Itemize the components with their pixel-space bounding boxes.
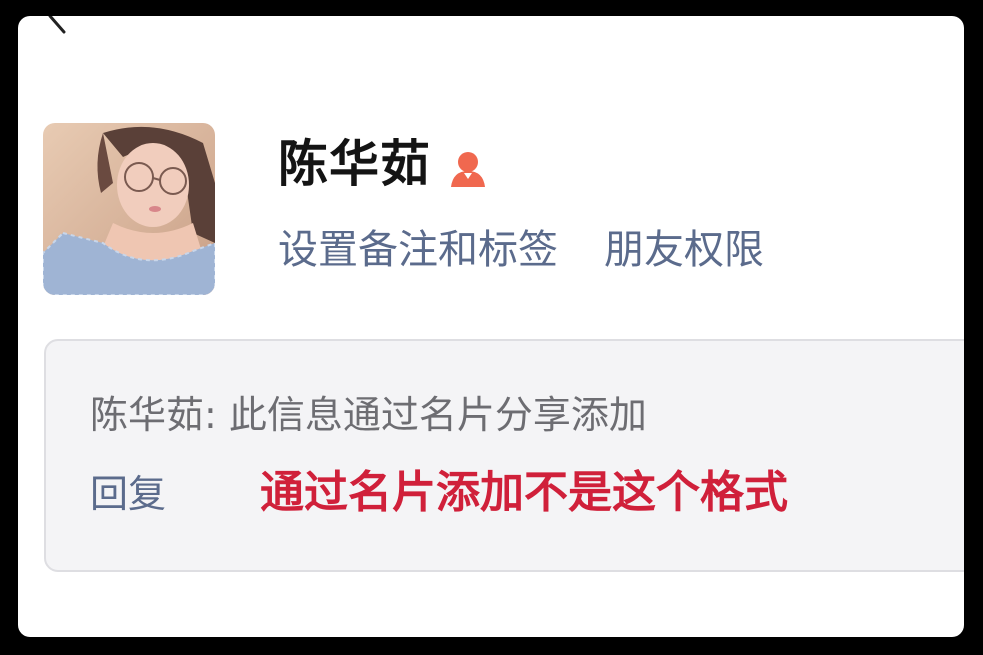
back-chevron-icon[interactable] <box>44 16 70 40</box>
contact-name: 陈华茹 <box>278 135 431 193</box>
contact-card: 陈华茹 设置备注和标签 朋友权限 陈华茹: 此信息通过名片分享添加 回复 通过名… <box>18 16 964 637</box>
verification-message: 陈华茹: 此信息通过名片分享添加 <box>90 393 647 437</box>
avatar[interactable] <box>43 123 215 295</box>
name-row: 陈华茹 <box>278 128 489 200</box>
set-remark-link[interactable]: 设置备注和标签 <box>278 230 558 270</box>
annotation-text: 通过名片添加不是这个格式 <box>260 467 788 518</box>
female-user-icon <box>451 152 485 187</box>
reply-button[interactable]: 回复 <box>90 475 166 513</box>
friend-permissions-link[interactable]: 朋友权限 <box>604 230 764 270</box>
verification-message-box: 陈华茹: 此信息通过名片分享添加 回复 通过名片添加不是这个格式 <box>44 339 964 572</box>
profile-actions: 设置备注和标签 朋友权限 <box>278 230 764 270</box>
